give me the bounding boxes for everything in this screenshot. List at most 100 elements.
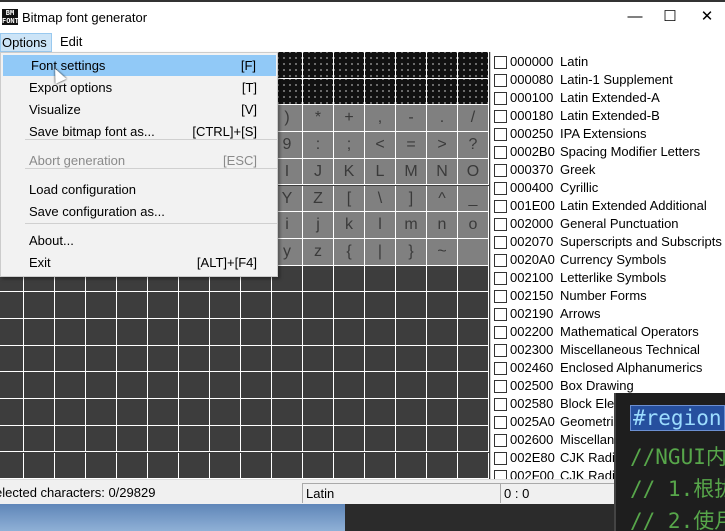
char-cell[interactable] [272, 319, 303, 346]
char-cell[interactable]: \ [365, 185, 396, 213]
char-cell[interactable] [334, 292, 365, 319]
menu-item-load-configuration[interactable]: Load configuration [1, 179, 277, 200]
char-cell[interactable]: ? [458, 132, 489, 159]
char-cell[interactable] [303, 319, 334, 346]
char-cell[interactable] [0, 425, 24, 453]
charset-checkbox[interactable] [494, 290, 507, 303]
char-cell[interactable] [210, 399, 241, 426]
char-cell[interactable] [24, 399, 55, 426]
char-cell[interactable]: J [303, 158, 334, 186]
charset-list-item[interactable]: 000080 Latin-1 Supplement [491, 71, 725, 89]
char-cell[interactable] [365, 425, 396, 453]
char-cell[interactable] [0, 372, 24, 400]
char-cell[interactable] [210, 425, 241, 453]
char-cell[interactable] [427, 78, 458, 106]
char-cell[interactable] [303, 452, 334, 479]
char-cell[interactable] [24, 425, 55, 453]
char-cell[interactable] [241, 319, 272, 346]
char-cell[interactable]: Z [303, 185, 334, 213]
char-cell[interactable] [86, 372, 117, 400]
menu-item-about[interactable]: About... [1, 230, 277, 251]
char-cell[interactable] [24, 319, 55, 346]
charset-checkbox[interactable] [494, 398, 507, 411]
menu-item-save-configuration-as[interactable]: Save configuration as... [1, 201, 277, 222]
char-cell[interactable] [148, 372, 179, 400]
char-cell[interactable]: m [396, 212, 427, 239]
char-cell[interactable] [272, 292, 303, 319]
char-cell[interactable] [458, 78, 489, 106]
char-cell[interactable]: L [365, 158, 396, 186]
char-cell[interactable] [179, 319, 210, 346]
char-cell[interactable]: M [396, 158, 427, 186]
char-cell[interactable] [210, 319, 241, 346]
charset-checkbox[interactable] [494, 416, 507, 429]
char-cell[interactable] [365, 52, 396, 79]
charset-checkbox[interactable] [494, 308, 507, 321]
char-cell[interactable] [272, 345, 303, 373]
char-cell[interactable]: j [303, 212, 334, 239]
char-cell[interactable] [241, 399, 272, 426]
menu-options[interactable]: Options [0, 33, 52, 52]
char-cell[interactable]: { [334, 238, 365, 266]
char-cell[interactable] [179, 292, 210, 319]
char-cell[interactable] [365, 78, 396, 106]
menu-item-export-options[interactable]: Export options [T] [1, 77, 277, 98]
char-cell[interactable] [365, 319, 396, 346]
charset-checkbox[interactable] [494, 218, 507, 231]
char-cell[interactable] [117, 345, 148, 373]
charset-list-item[interactable]: 000180 Latin Extended-B [491, 107, 725, 125]
title-bar[interactable]: BM FONT Bitmap font generator — ☐ ✕ [0, 0, 725, 33]
char-cell[interactable] [24, 292, 55, 319]
char-cell[interactable] [365, 265, 396, 293]
char-cell[interactable] [334, 265, 365, 293]
char-cell[interactable]: < [365, 132, 396, 159]
maximize-button[interactable]: ☐ [655, 7, 685, 27]
char-cell[interactable] [86, 452, 117, 479]
char-cell[interactable] [117, 292, 148, 319]
charset-list-item[interactable]: 002000 General Punctuation [491, 215, 725, 233]
char-cell[interactable] [427, 399, 458, 426]
char-cell[interactable] [272, 452, 303, 479]
minimize-button[interactable]: — [620, 7, 650, 27]
char-cell[interactable] [396, 399, 427, 426]
char-cell[interactable] [458, 292, 489, 319]
char-cell[interactable]: ] [396, 185, 427, 213]
char-cell[interactable] [334, 425, 365, 453]
charset-checkbox[interactable] [494, 344, 507, 357]
char-cell[interactable] [334, 52, 365, 79]
char-cell[interactable]: = [396, 132, 427, 159]
char-cell[interactable] [334, 345, 365, 373]
char-cell[interactable]: N [427, 158, 458, 186]
char-cell[interactable] [427, 292, 458, 319]
charset-list-item[interactable]: 000000 Latin [491, 53, 725, 71]
char-cell[interactable] [55, 292, 86, 319]
charset-list-item[interactable]: 0002B0 Spacing Modifier Letters [491, 143, 725, 161]
charset-checkbox[interactable] [494, 56, 507, 69]
charset-list-item[interactable]: 002100 Letterlike Symbols [491, 269, 725, 287]
charset-checkbox[interactable] [494, 254, 507, 267]
char-cell[interactable] [24, 372, 55, 400]
charset-checkbox[interactable] [494, 146, 507, 159]
char-cell[interactable] [365, 345, 396, 373]
char-cell[interactable] [210, 292, 241, 319]
char-cell[interactable] [458, 425, 489, 453]
char-cell[interactable] [365, 292, 396, 319]
char-cell[interactable] [396, 319, 427, 346]
charset-list-item[interactable]: 001E00 Latin Extended Additional [491, 197, 725, 215]
char-cell[interactable] [396, 78, 427, 106]
charset-checkbox[interactable] [494, 452, 507, 465]
char-cell[interactable] [179, 452, 210, 479]
char-cell[interactable]: / [458, 105, 489, 133]
char-cell[interactable] [86, 319, 117, 346]
charset-checkbox[interactable] [494, 380, 507, 393]
char-cell[interactable]: ; [334, 132, 365, 159]
char-cell[interactable] [303, 52, 334, 79]
char-cell[interactable]: K [334, 158, 365, 186]
char-cell[interactable]: ~ [427, 238, 458, 266]
char-cell[interactable]: : [303, 132, 334, 159]
char-cell[interactable] [86, 292, 117, 319]
char-cell[interactable] [272, 372, 303, 400]
char-cell[interactable] [334, 319, 365, 346]
charset-checkbox[interactable] [494, 128, 507, 141]
char-cell[interactable] [86, 345, 117, 373]
